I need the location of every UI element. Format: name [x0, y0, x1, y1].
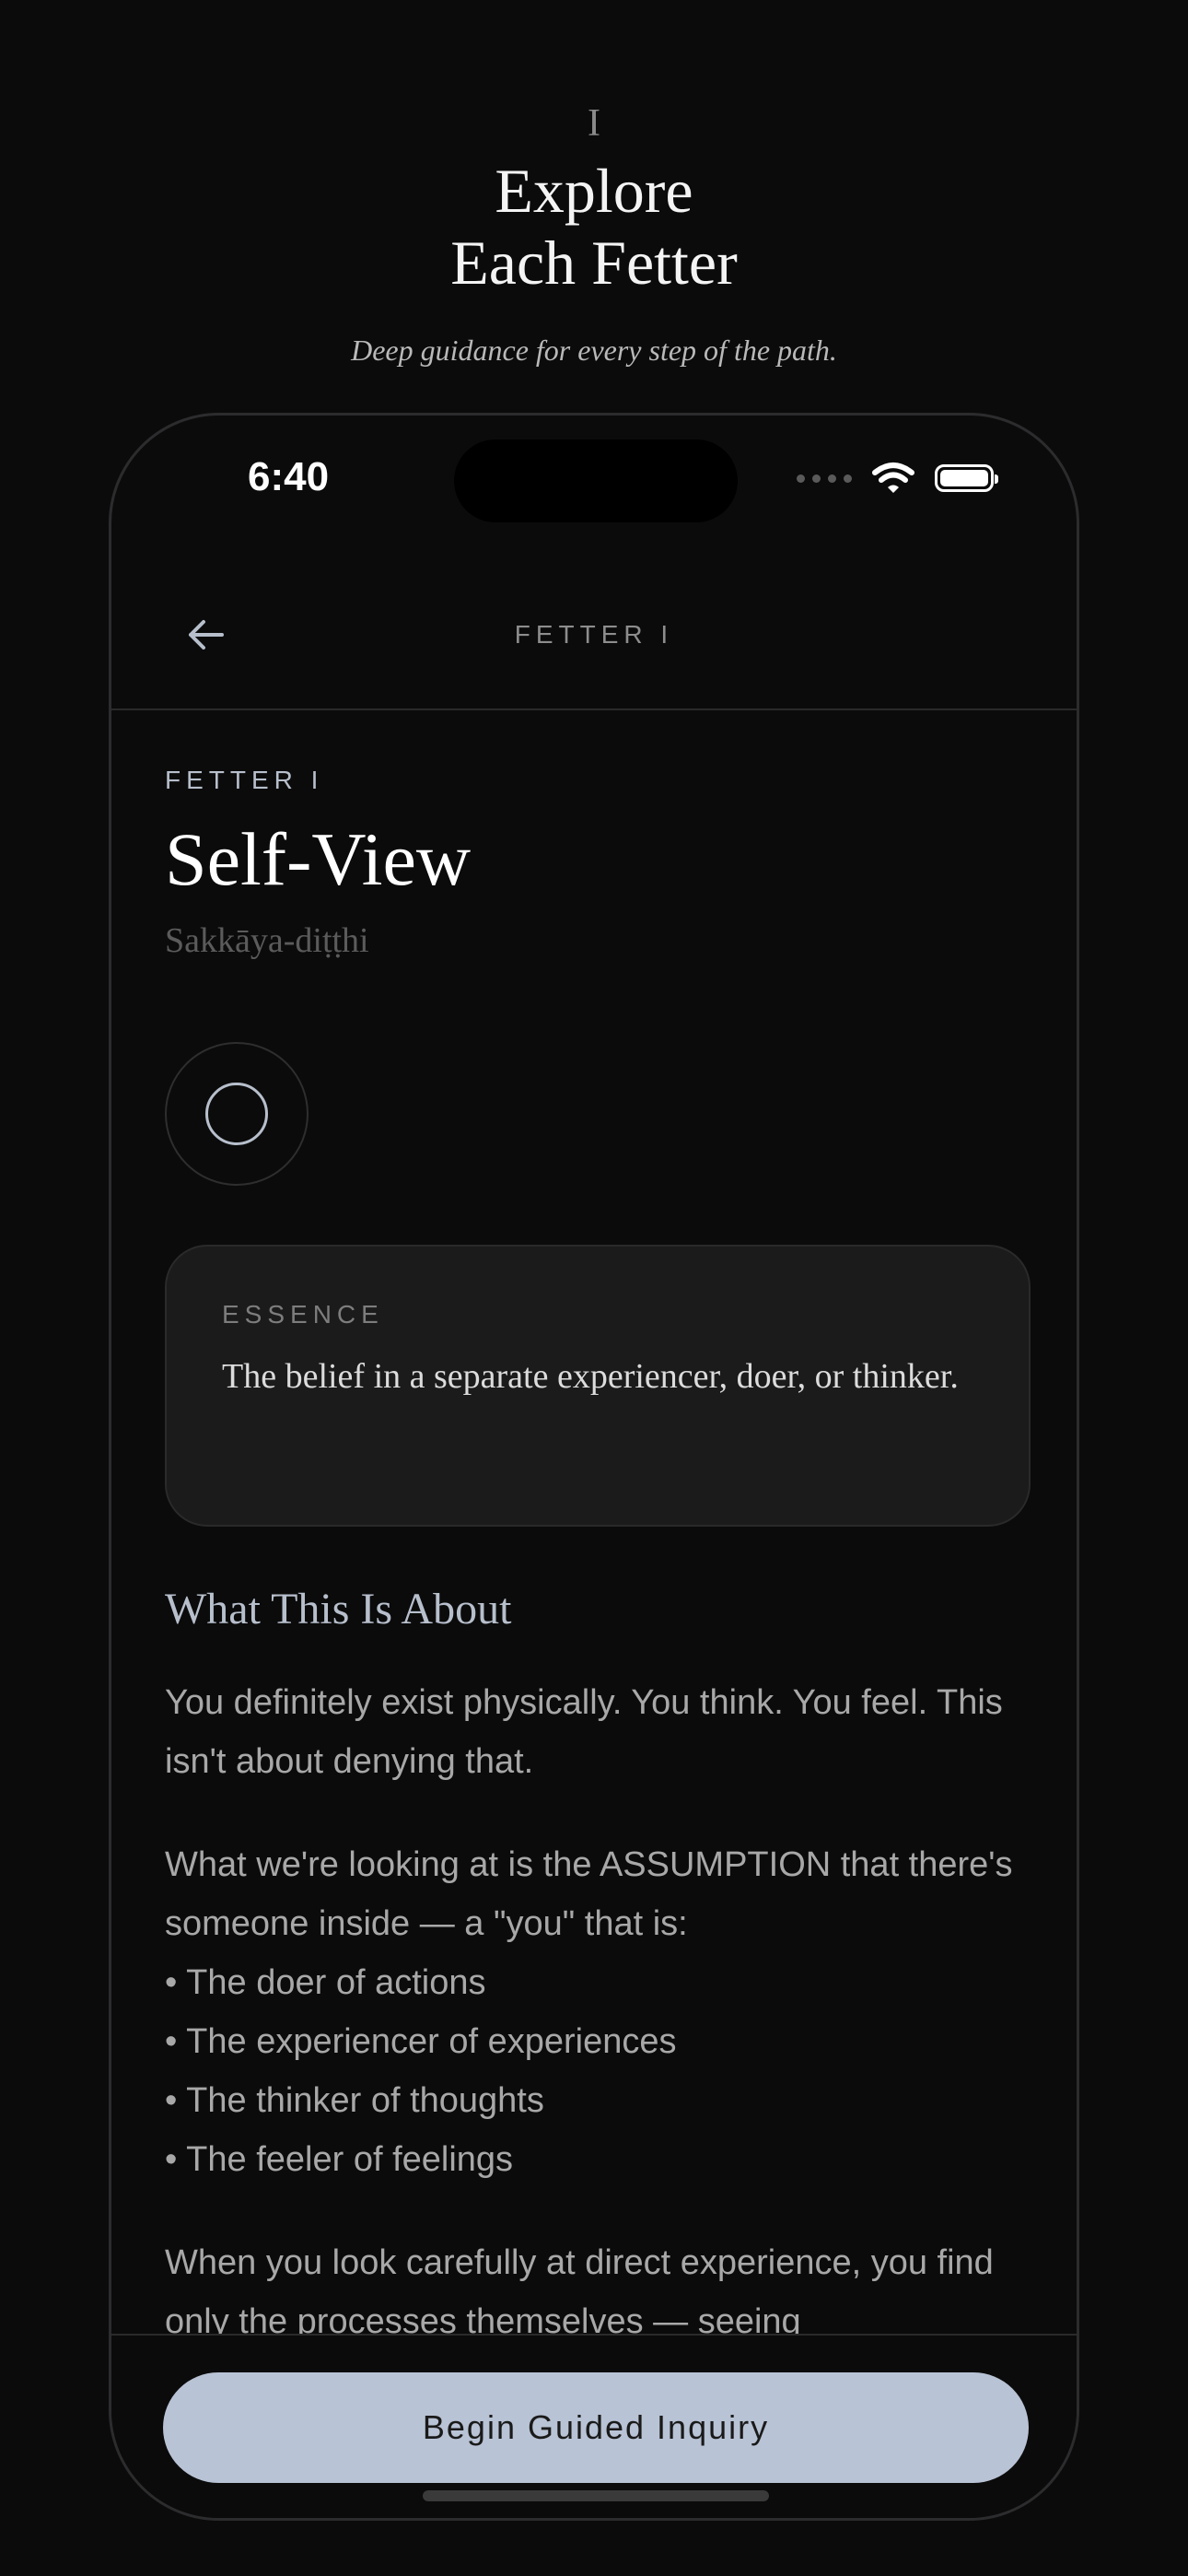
about-paragraph-2: What we're looking at is the ASSUMPTION … — [165, 1835, 1031, 2189]
circle-icon — [205, 1083, 268, 1145]
essence-card: ESSENCE The belief in a separate experie… — [165, 1245, 1031, 1527]
fetter-content: FETTER I Self-View Sakkāya-diṭṭhi ESSENC… — [165, 766, 1031, 2341]
status-icons — [797, 462, 998, 495]
wifi-icon — [872, 463, 914, 493]
home-indicator — [423, 2490, 769, 2501]
essence-label: ESSENCE — [222, 1300, 384, 1329]
list-item: • The doer of actions — [165, 1963, 486, 2002]
about-heading: What This Is About — [165, 1585, 512, 1633]
fetter-eyebrow: FETTER I — [165, 766, 324, 794]
hero-title-line2: Each Fetter — [450, 228, 738, 298]
nav-title: FETTER I — [514, 620, 674, 649]
about-bullet-list: • The doer of actions • The experiencer … — [165, 1953, 1031, 2189]
phone-frame: 6:40 FETTER I FETTER I Self-View Sakkāya… — [109, 413, 1079, 2521]
battery-icon — [935, 464, 998, 492]
fetter-pali-name: Sakkāya-diṭṭhi — [165, 921, 369, 960]
hero-title: Explore Each Fetter — [0, 155, 1188, 299]
fetter-symbol — [165, 1042, 309, 1186]
hero-numeral: I — [588, 102, 600, 145]
status-time: 6:40 — [248, 454, 330, 499]
essence-text: The belief in a separate experiencer, do… — [222, 1357, 959, 1396]
hero-subtitle: Deep guidance for every step of the path… — [351, 334, 837, 367]
about-paragraph-1: You definitely exist physically. You thi… — [165, 1683, 1003, 1781]
begin-guided-inquiry-button[interactable]: Begin Guided Inquiry — [163, 2372, 1029, 2483]
bottom-bar: Begin Guided Inquiry — [111, 2334, 1077, 2518]
hero-title-line1: Explore — [495, 156, 693, 226]
dynamic-island — [454, 439, 738, 522]
fetter-title: Self-View — [165, 817, 472, 901]
list-item: • The experiencer of experiences — [165, 2022, 677, 2061]
about-paragraph-2-text: What we're looking at is the ASSUMPTION … — [165, 1845, 1013, 1943]
list-item: • The thinker of thoughts — [165, 2081, 544, 2120]
nav-bar: FETTER I — [111, 563, 1077, 710]
signal-dots-icon — [797, 474, 852, 483]
about-section: What This Is About You definitely exist … — [165, 1584, 1031, 2351]
list-item: • The feeler of feelings — [165, 2140, 514, 2179]
